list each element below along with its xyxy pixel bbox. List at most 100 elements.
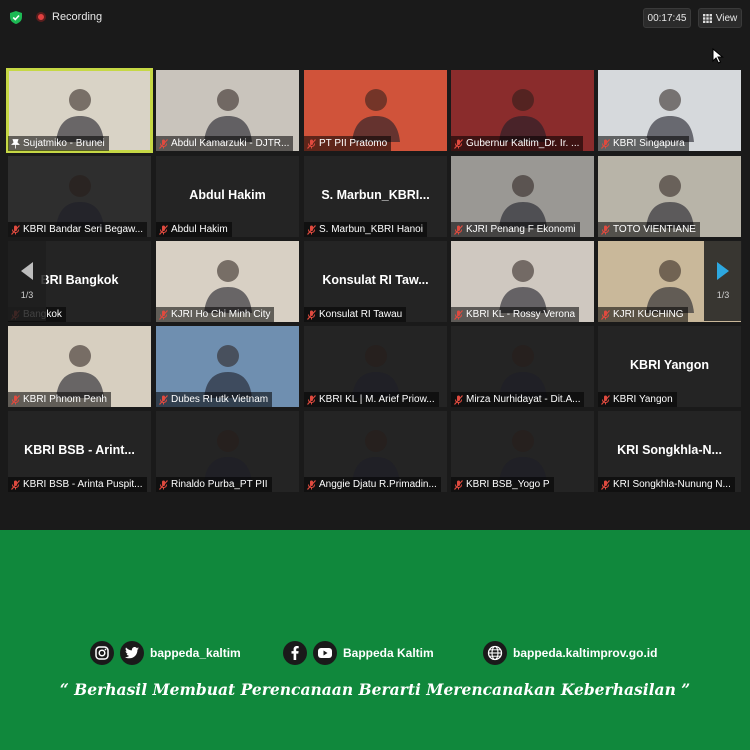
participant-tile[interactable]: KBRI KL | M. Arief Priow... [304,326,447,407]
participant-tile[interactable]: Rinaldo Purba_PT PII [156,411,299,492]
participant-tile[interactable]: KBRI Yangon KBRI Yangon [598,326,741,407]
participant-label: KRI Songkhla-Nunung N... [598,477,735,492]
participant-display-name: KBRI BSB - Arint... [24,443,135,457]
mic-muted-icon [601,309,610,320]
tagline: “ Berhasil Membuat Perencanaan Berarti M… [59,680,691,699]
participant-tile[interactable]: TOTO VIENTIANE [598,156,741,237]
mic-muted-icon [11,479,20,490]
prev-page-icon [21,262,33,280]
pin-icon [11,138,20,148]
facebook-youtube-link[interactable]: Bappeda Kaltim [283,638,434,668]
participant-label-text: KJRI KUCHING [613,309,684,320]
top-bar: Recording 00:17:45 View [0,0,750,34]
participant-label: KBRI Yangon [598,392,677,407]
participant-tile[interactable]: PT PII Pratomo [304,70,447,151]
participant-label-text: KBRI BSB - Arinta Puspit... [23,479,143,490]
participant-label: Abdul Hakim [156,222,232,237]
shield-icon[interactable] [10,11,22,24]
mic-muted-icon [454,479,463,490]
participant-label: Gubernur Kaltim_Dr. Ir. ... [451,136,584,151]
mic-muted-icon [159,224,168,235]
participant-label: Sujatmiko - Brunei [8,136,109,151]
participant-tile[interactable]: Gubernur Kaltim_Dr. Ir. ... [451,70,594,151]
participant-label: KJRI KUCHING [598,307,688,322]
participant-label: Mirza Nurhidayat - Dit.A... [451,392,585,407]
page-indicator-right: 1/3 [716,290,730,300]
participant-label-text: S. Marbun_KBRI Hanoi [319,224,423,235]
participant-label: KBRI KL | M. Arief Priow... [304,392,439,407]
participant-label-text: KBRI KL - Rossy Verona [466,309,576,320]
instagram-twitter-link[interactable]: bappeda_kaltim [90,638,241,668]
participant-label-text: KBRI Singapura [613,138,685,149]
participant-tile[interactable]: Dubes RI utk Vietnam [156,326,299,407]
recording-label: Recording [52,11,103,23]
participant-display-name: Abdul Hakim [189,188,266,202]
mic-muted-icon [601,394,610,405]
participant-label: PT PII Pratomo [304,136,392,151]
mic-muted-icon [454,309,463,320]
participant-label-text: KBRI BSB_Yogo P [466,479,550,490]
mic-muted-icon [307,479,316,490]
facebook-youtube-handle: Bappeda Kaltim [343,646,434,660]
participant-label-text: Gubernur Kaltim_Dr. Ir. ... [466,138,580,149]
participant-tile[interactable]: Abdul Kamarzuki - DJTR... [156,70,299,151]
participant-tile[interactable]: KJRI Ho Chi Minh City [156,241,299,322]
youtube-icon [313,641,337,665]
instagram-twitter-handle: bappeda_kaltim [150,646,241,660]
mic-muted-icon [307,224,316,235]
participant-label: S. Marbun_KBRI Hanoi [304,222,427,237]
facebook-icon [283,641,307,665]
participant-label-text: PT PII Pratomo [319,138,388,149]
recording-indicator[interactable]: Recording [36,11,102,23]
participant-display-name: KRI Songkhla-N... [617,443,722,457]
participant-display-name: S. Marbun_KBRI... [321,188,430,202]
participant-label-text: Anggie Djatu R.Primadin... [319,479,437,490]
participant-label: Abdul Kamarzuki - DJTR... [156,136,294,151]
participant-label-text: Mirza Nurhidayat - Dit.A... [466,394,581,405]
participant-label-text: Sujatmiko - Brunei [23,138,105,149]
participant-tile[interactable]: KRI Songkhla-N... KRI Songkhla-Nunung N..… [598,411,741,492]
prev-page-button[interactable]: 1/3 [8,241,46,321]
recording-dot-icon [36,12,46,22]
mic-muted-icon [159,309,168,320]
page-indicator-left: 1/3 [20,290,34,300]
participant-tile[interactable]: KJRI Penang F Ekonomi [451,156,594,237]
participant-label: KBRI KL - Rossy Verona [451,307,580,322]
participant-tile[interactable]: KBRI Bandar Seri Begaw... [8,156,151,237]
footer-banner: bappeda_kaltim Bappeda Kaltim bappeda.ka… [0,530,750,750]
participant-tile[interactable]: KBRI Singapura [598,70,741,151]
website-link[interactable]: bappeda.kaltimprov.go.id [483,638,657,668]
mic-muted-icon [601,479,610,490]
participant-tile[interactable]: Konsulat RI Taw... Konsulat RI Tawau [304,241,447,322]
participant-tile[interactable]: KBRI KL - Rossy Verona [451,241,594,322]
participant-label: KJRI Penang F Ekonomi [451,222,580,237]
participant-label: Anggie Djatu R.Primadin... [304,477,441,492]
participant-tile[interactable]: S. Marbun_KBRI... S. Marbun_KBRI Hanoi [304,156,447,237]
participant-display-name: KBRI Yangon [630,358,709,372]
participant-label: KBRI BSB - Arinta Puspit... [8,477,147,492]
social-links: bappeda_kaltim Bappeda Kaltim bappeda.ka… [0,638,750,668]
participant-tile[interactable]: KBRI BSB_Yogo P [451,411,594,492]
participant-tile[interactable]: KBRI Phnom Penh [8,326,151,407]
mic-muted-icon [159,138,168,149]
twitter-icon [120,641,144,665]
participant-label-text: Rinaldo Purba_PT PII [171,479,268,490]
participant-tile[interactable]: KBRI BSB - Arint... KBRI BSB - Arinta Pus… [8,411,151,492]
participant-label-text: KBRI Yangon [613,394,673,405]
mic-muted-icon [601,138,610,149]
view-button[interactable]: View [698,8,742,28]
participant-tile[interactable]: Sujatmiko - Brunei [6,68,153,153]
participant-label-text: KBRI KL | M. Arief Priow... [319,394,435,405]
next-page-button[interactable]: 1/3 [704,241,742,321]
mic-muted-icon [307,394,316,405]
instagram-icon [90,641,114,665]
zoom-window: Recording 00:17:45 View Sujatmiko - Brun… [0,0,750,530]
participant-label-text: Dubes RI utk Vietnam [171,394,269,405]
mic-muted-icon [307,138,316,149]
participant-label: KBRI Bandar Seri Begaw... [8,222,148,237]
participant-label-text: KBRI Bandar Seri Begaw... [23,224,144,235]
participant-label: Rinaldo Purba_PT PII [156,477,272,492]
participant-tile[interactable]: Anggie Djatu R.Primadin... [304,411,447,492]
participant-tile[interactable]: Mirza Nurhidayat - Dit.A... [451,326,594,407]
participant-tile[interactable]: Abdul Hakim Abdul Hakim [156,156,299,237]
